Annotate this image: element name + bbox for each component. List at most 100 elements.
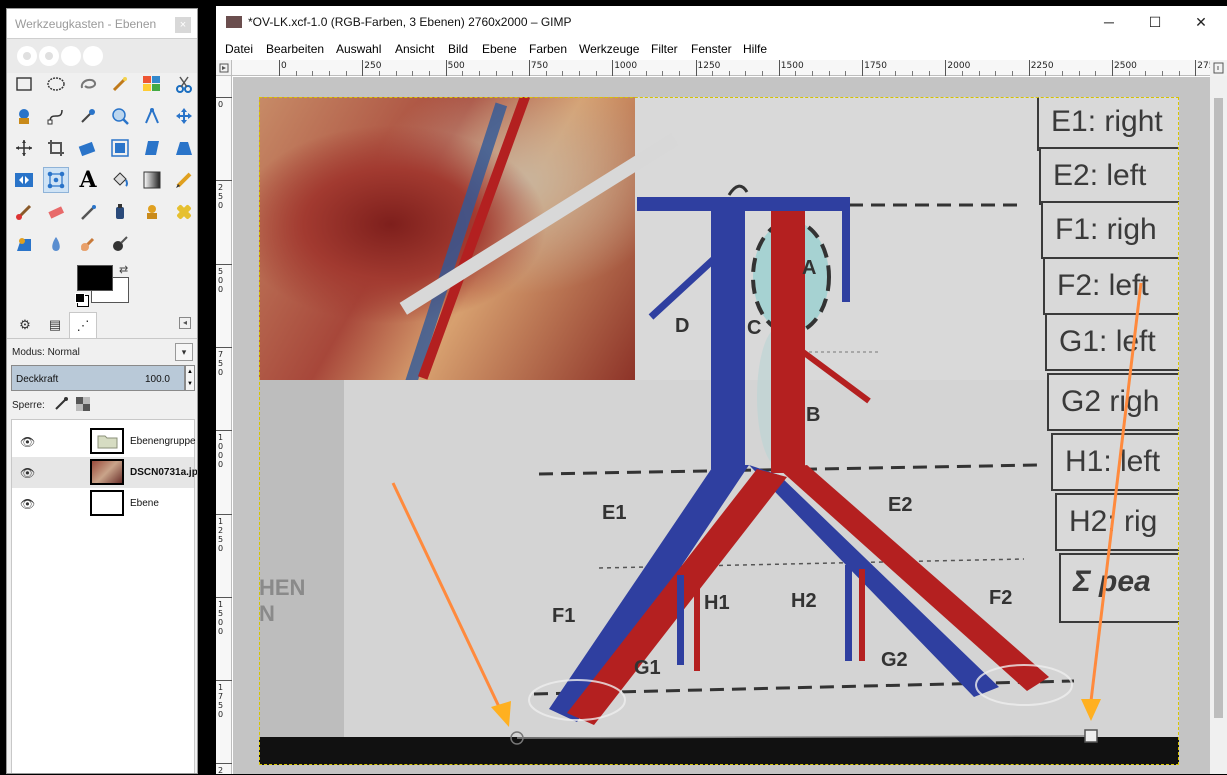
ruler-tick (216, 763, 232, 765)
menu-bearbeiten[interactable]: Bearbeiten (266, 42, 324, 56)
cage-transform-icon[interactable] (43, 167, 69, 193)
paintbrush-icon[interactable] (11, 199, 37, 225)
menu-auswahl[interactable]: Auswahl (336, 42, 381, 56)
ruler-minor-tick (828, 71, 830, 76)
paths-tab-icon[interactable]: ⋰ (69, 312, 97, 338)
vertical-ruler[interactable]: 025050075010001250150017502 (216, 76, 232, 775)
layer-row-dscn0731a[interactable]: 👁 DSCN0731a.jp (12, 457, 197, 488)
select-by-color-icon[interactable] (139, 71, 165, 97)
rotate-icon[interactable] (75, 135, 101, 161)
minimize-button[interactable]: ─ (1098, 12, 1120, 32)
foreground-select-icon[interactable] (11, 103, 37, 129)
layer-mode-dropdown-icon[interactable]: ▾ (175, 343, 193, 361)
canvas-area[interactable]: HEN N A B C D E1 E2 F1 F2 G1 G2 H1 H2 E1… (233, 77, 1210, 774)
blur-icon[interactable] (43, 231, 69, 257)
lock-alpha-icon[interactable] (76, 397, 91, 414)
ink-icon[interactable] (107, 199, 133, 225)
ellipse-select-icon[interactable] (43, 71, 69, 97)
text-icon[interactable]: A (75, 167, 101, 193)
toolbox-close-button[interactable]: × (175, 17, 191, 33)
visibility-eye-icon[interactable]: 👁 (20, 497, 35, 511)
measure-icon[interactable] (139, 103, 165, 129)
vertical-scrollbar[interactable] (1210, 76, 1227, 774)
ruler-corner-button[interactable] (216, 60, 232, 76)
pencil-icon[interactable] (171, 167, 197, 193)
eraser-icon[interactable] (43, 199, 69, 225)
ruler-minor-tick (795, 71, 797, 76)
navigation-icon[interactable] (1210, 60, 1227, 76)
menu-fenster[interactable]: Fenster (691, 42, 732, 56)
shear-icon[interactable] (139, 135, 165, 161)
image-window-titlebar[interactable]: *OV-LK.xcf-1.0 (RGB-Farben, 3 Ebenen) 27… (216, 6, 1227, 38)
ruler-minor-tick (1078, 71, 1080, 76)
toolbox-titlebar[interactable]: Werkzeugkasten - Ebenen × (7, 9, 197, 39)
menu-datei[interactable]: Datei (225, 42, 253, 56)
ruler-minor-tick (1012, 71, 1014, 76)
menu-ebene[interactable]: Ebene (482, 42, 517, 56)
ruler-minor-tick (1178, 71, 1180, 76)
close-button[interactable]: ✕ (1190, 12, 1212, 32)
smudge-icon[interactable] (75, 231, 101, 257)
horizontal-ruler[interactable]: 0 250 500 750 1000 1250 1500 1750 2000 2250 2500 27… (232, 60, 1220, 76)
menu-bild[interactable]: Bild (448, 42, 468, 56)
ruler-label: 2500 (1114, 61, 1137, 71)
blend-icon[interactable] (139, 167, 165, 193)
ruler-minor-tick (328, 71, 330, 76)
color-picker-icon[interactable] (75, 103, 101, 129)
airbrush-icon[interactable] (75, 199, 101, 225)
perspective-icon[interactable] (171, 135, 197, 161)
crop-icon[interactable] (43, 135, 69, 161)
dock-menu-icon[interactable]: ◂ (179, 317, 191, 329)
lock-pixels-icon[interactable] (54, 397, 68, 414)
ruler-minor-tick (578, 71, 580, 76)
scrollbar-thumb[interactable] (1214, 98, 1223, 718)
ruler-tick (1112, 60, 1113, 76)
layers-tab-icon[interactable]: ▤ (41, 312, 69, 338)
rect-select-icon[interactable] (11, 71, 37, 97)
layer-row-ebenengruppe[interactable]: 👁 Ebenengruppe (12, 426, 196, 457)
opacity-spin-buttons[interactable]: ▲ ▼ (185, 365, 195, 391)
bucket-fill-icon[interactable] (107, 167, 133, 193)
ruler-label: 500 (218, 266, 224, 294)
zoom-icon[interactable] (107, 103, 133, 129)
opacity-bar[interactable]: Deckkraft 100.0 (11, 365, 185, 391)
perspective-clone-icon[interactable] (11, 231, 37, 257)
ruler-label: 0 (218, 100, 224, 109)
layer-mode-row: Modus: Normal ▾ (7, 342, 197, 364)
move-icon[interactable] (171, 103, 197, 129)
ruler-minor-tick (678, 71, 680, 76)
scissors-select-icon[interactable] (171, 71, 197, 97)
default-colors-icon[interactable] (75, 293, 85, 303)
ruler-tick (778, 60, 780, 76)
ruler-tick (695, 60, 697, 76)
image-canvas[interactable]: HEN N A B C D E1 E2 F1 F2 G1 G2 H1 H2 E1… (259, 97, 1179, 765)
maximize-button[interactable]: ☐ (1144, 12, 1166, 32)
dodge-burn-icon[interactable] (107, 231, 133, 257)
menu-farben[interactable]: Farben (529, 42, 567, 56)
ruler-tick (216, 680, 232, 682)
clone-icon[interactable] (139, 199, 165, 225)
visibility-eye-icon[interactable]: 👁 (20, 466, 35, 480)
visibility-eye-icon[interactable]: 👁 (20, 435, 35, 449)
fg-bg-color-selector[interactable]: ⇄ (75, 263, 135, 307)
swap-colors-icon[interactable]: ⇄ (119, 263, 128, 276)
ruler-tick (528, 60, 530, 76)
flip-icon[interactable] (11, 167, 37, 193)
ruler-minor-tick (378, 71, 380, 76)
free-select-icon[interactable] (75, 71, 101, 97)
menu-filter[interactable]: Filter (651, 42, 678, 56)
foreground-color-swatch[interactable] (77, 265, 113, 291)
ruler-tick (216, 97, 232, 98)
fuzzy-select-icon[interactable] (107, 71, 133, 97)
heal-icon[interactable] (171, 199, 197, 225)
paths-icon[interactable] (43, 103, 69, 129)
layers-list: 👁 Ebenengruppe 👁 DSCN0731a.jp 👁 Ebene (11, 419, 197, 773)
menu-hilfe[interactable]: Hilfe (743, 42, 767, 56)
tool-options-tab-icon[interactable]: ⚙ (11, 312, 39, 338)
layer-row-ebene[interactable]: 👁 Ebene (12, 488, 194, 519)
align-icon[interactable] (11, 135, 37, 161)
menu-werkzeuge[interactable]: Werkzeuge (579, 42, 639, 56)
scale-icon[interactable] (107, 135, 133, 161)
opacity-slider[interactable]: Deckkraft 100.0 ▲ ▼ (11, 365, 195, 391)
menu-ansicht[interactable]: Ansicht (395, 42, 434, 56)
